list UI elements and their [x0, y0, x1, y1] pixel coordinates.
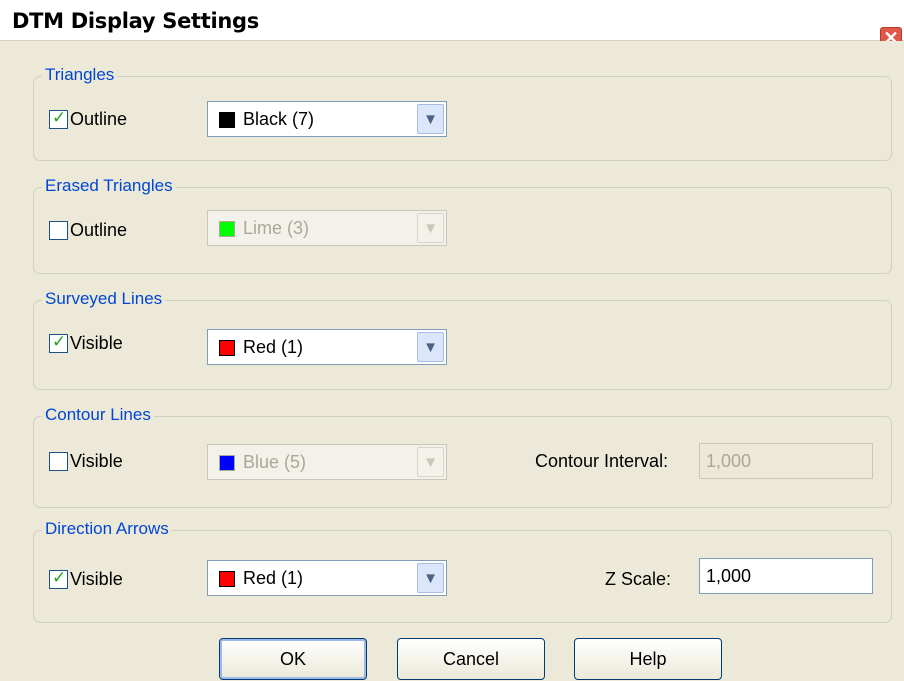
chevron-down-icon[interactable]: ▼: [417, 447, 444, 477]
checkbox-label: Outline: [70, 220, 128, 240]
z-scale-label: Z Scale:: [605, 569, 672, 589]
direction-arrows-color-select[interactable]: Red (1) ▼: [207, 560, 447, 596]
erased-triangles-color-select[interactable]: Lime (3) ▼: [207, 210, 447, 246]
color-label: Red (1): [243, 568, 304, 588]
triangles-color-select[interactable]: Black (7) ▼: [207, 101, 447, 137]
color-label: Lime (3): [243, 218, 310, 238]
title-bar: DTM Display Settings: [0, 0, 904, 41]
contour-lines-color-select[interactable]: Blue (5) ▼: [207, 444, 447, 480]
surveyed-lines-visible-checkbox[interactable]: ✓: [49, 332, 68, 353]
checkbox-label: Outline: [70, 109, 128, 129]
group-title: Erased Triangles: [42, 176, 176, 196]
group-triangles: Triangles: [33, 65, 892, 161]
chevron-down-icon[interactable]: ▼: [417, 563, 444, 593]
erased-triangles-outline-checkbox[interactable]: [49, 221, 68, 240]
color-swatch: [219, 571, 235, 587]
direction-arrows-visible-checkbox[interactable]: ✓: [49, 568, 68, 589]
z-scale-input[interactable]: 1,000: [699, 558, 873, 594]
color-swatch: [219, 340, 235, 356]
surveyed-lines-color-select[interactable]: Red (1) ▼: [207, 329, 447, 365]
group-title: Surveyed Lines: [42, 289, 166, 309]
checkmark-icon: ✓: [52, 332, 67, 352]
checkmark-icon: ✓: [52, 568, 67, 588]
help-button[interactable]: Help: [574, 638, 722, 680]
checkbox-label: Visible: [70, 569, 123, 589]
group-surveyed-lines: Surveyed Lines: [33, 289, 892, 390]
contour-lines-visible-checkbox[interactable]: [49, 452, 68, 471]
group-title: Triangles: [42, 65, 118, 85]
contour-interval-input[interactable]: 1,000: [699, 443, 873, 479]
checkbox-label: Visible: [70, 451, 123, 471]
triangles-outline-checkbox[interactable]: ✓: [49, 108, 68, 129]
color-swatch: [219, 112, 235, 128]
color-swatch: [219, 221, 235, 237]
window-title: DTM Display Settings: [12, 9, 259, 33]
ok-button[interactable]: OK: [219, 638, 367, 680]
group-title: Direction Arrows: [42, 519, 172, 539]
color-label: Black (7): [243, 109, 315, 129]
chevron-down-icon[interactable]: ▼: [417, 213, 444, 243]
color-swatch: [219, 455, 235, 471]
color-label: Blue (5): [243, 452, 307, 472]
checkbox-label: Visible: [70, 333, 123, 353]
group-title: Contour Lines: [42, 405, 154, 425]
chevron-down-icon[interactable]: ▼: [417, 104, 444, 134]
checkmark-icon: ✓: [52, 108, 67, 128]
color-label: Red (1): [243, 337, 304, 357]
contour-interval-label: Contour Interval:: [535, 451, 669, 471]
chevron-down-icon[interactable]: ▼: [417, 332, 444, 362]
group-erased-triangles: Erased Triangles: [33, 176, 892, 274]
cancel-button[interactable]: Cancel: [397, 638, 545, 680]
